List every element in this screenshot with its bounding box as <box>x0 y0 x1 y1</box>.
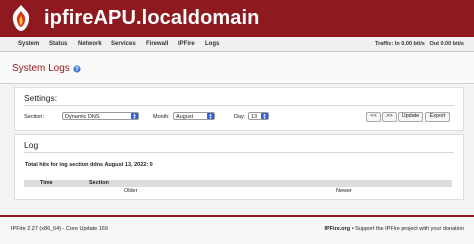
traffic-status: Traffic: In 0.00 bit/s Out 0.00 bit/s <box>375 38 464 50</box>
column-section: Section <box>89 180 109 186</box>
update-button[interactable]: Update <box>398 112 423 122</box>
nav-status[interactable]: Status <box>49 38 67 50</box>
nav-firewall[interactable]: Firewall <box>146 38 168 50</box>
nav-system[interactable]: System <box>18 38 39 50</box>
hostname-title: ipfireAPU.localdomain <box>44 7 260 29</box>
chevron-updown-icon: ▲ ▼ <box>131 112 138 120</box>
footer-support: IPFire.org • Support the IPFire project … <box>325 225 465 233</box>
traffic-out: Out 0.00 bit/s <box>429 41 464 47</box>
previous-day-button[interactable]: << <box>366 112 381 122</box>
ipfire-flame-logo-icon <box>12 5 30 31</box>
nav-ipfire[interactable]: IPFire <box>178 38 195 50</box>
section-select[interactable]: Dynamic DNS ▲ ▼ <box>62 112 139 120</box>
support-text: • Support the IPFire project with your d… <box>350 226 464 232</box>
settings-title: Settings: <box>24 93 58 103</box>
month-label: Month: <box>153 114 170 120</box>
nav-network[interactable]: Network <box>78 38 102 50</box>
log-title: Log <box>24 140 39 150</box>
section-select-value: Dynamic DNS <box>65 114 100 120</box>
older-link[interactable]: Older <box>124 187 137 195</box>
settings-divider <box>24 105 454 106</box>
help-icon[interactable]: ? <box>73 65 81 73</box>
ipfire-org-link[interactable]: IPFire.org <box>325 226 351 232</box>
page-title: System Logs <box>12 63 70 74</box>
app-header: ipfireAPU.localdomain <box>0 0 474 37</box>
svg-text:?: ? <box>75 67 79 73</box>
next-day-button[interactable]: >> <box>382 112 397 122</box>
title-bar <box>0 52 474 84</box>
export-button[interactable]: Export <box>425 112 450 122</box>
month-select-value: August <box>176 114 194 120</box>
main-nav: System Status Network Services Firewall … <box>0 37 474 52</box>
month-select[interactable]: August ▲ ▼ <box>173 112 215 120</box>
traffic-in: Traffic: In 0.00 bit/s <box>375 41 425 47</box>
nav-services[interactable]: Services <box>111 38 136 50</box>
version-info: IPFire 2.27 (x86_64) - Core Update 169 <box>11 226 108 232</box>
title-divider <box>0 83 474 84</box>
column-time: Time <box>40 180 53 186</box>
day-select-value: 13 <box>251 114 258 120</box>
chevron-updown-icon: ▲ ▼ <box>261 112 268 120</box>
day-label: Day: <box>234 114 246 120</box>
log-summary: Total hits for log section ddns August 1… <box>25 162 153 168</box>
footer: IPFire 2.27 (x86_64) - Core Update 169 I… <box>0 217 474 244</box>
day-select[interactable]: 13 ▲ ▼ <box>248 112 269 120</box>
log-table-header: Time Section <box>24 180 452 187</box>
log-divider <box>24 152 454 153</box>
settings-panel: Settings: Section: Dynamic DNS ▲ ▼ Month:… <box>14 87 464 131</box>
log-panel: Log Total hits for log section ddns Augu… <box>14 134 464 200</box>
section-label: Section: <box>24 114 44 120</box>
newer-link[interactable]: Newer <box>336 187 352 195</box>
chevron-updown-icon: ▲ ▼ <box>207 112 214 120</box>
nav-logs[interactable]: Logs <box>205 38 219 50</box>
